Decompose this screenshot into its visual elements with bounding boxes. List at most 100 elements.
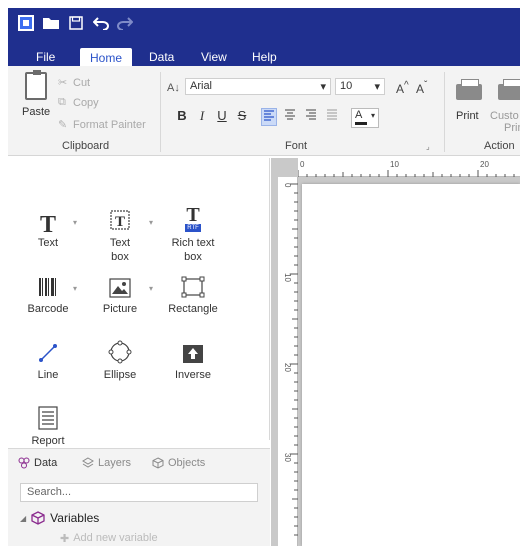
redo-icon[interactable] [116, 15, 134, 31]
align-right-button[interactable] [303, 108, 319, 126]
ruler-ticks-graphic [298, 170, 515, 177]
svg-text:T: T [115, 214, 125, 230]
add-variable-item[interactable]: ✚ Add new variable [60, 532, 158, 545]
picture-icon [109, 278, 131, 298]
tool-rich-text-label: Rich text [171, 237, 215, 249]
tool-ellipse-label: Ellipse [103, 369, 137, 381]
line-icon [39, 344, 57, 362]
font-family-select[interactable]: Arial ▾ [185, 78, 331, 95]
chevron-down-icon: ▾ [148, 284, 153, 293]
text-icon: T [39, 212, 56, 238]
tool-rich-text-box[interactable]: T RTF Rich text box [158, 204, 228, 264]
tool-picture[interactable]: Picture ▾ [85, 272, 155, 316]
font-size-select[interactable]: 10 ▾ [335, 78, 385, 95]
tool-text[interactable]: T Text ▾ [13, 206, 83, 250]
rich-text-icon: T [186, 204, 200, 226]
tab-layers[interactable]: Layers [82, 457, 131, 469]
font-color-letter: A [355, 109, 363, 121]
cut-label: Cut [73, 76, 91, 89]
inverse-icon [183, 345, 203, 363]
tab-file[interactable]: File [36, 50, 55, 64]
print-button[interactable] [454, 79, 484, 104]
search-input[interactable]: Search... [20, 483, 258, 502]
font-group-label: Font [285, 140, 308, 152]
save-icon[interactable] [68, 15, 84, 31]
tool-text-box-label: Text [109, 237, 131, 249]
tree-item-variables[interactable]: ◢ Variables [20, 511, 258, 525]
tool-inverse[interactable]: Inverse [158, 338, 228, 382]
align-left-button[interactable] [261, 108, 277, 126]
tool-report-label: Report [31, 435, 65, 447]
underline-button[interactable]: U [214, 108, 230, 126]
tool-report[interactable]: Report [13, 404, 83, 448]
chevron-down-icon: ▾ [370, 111, 375, 120]
align-justify-button[interactable] [324, 108, 340, 126]
rectangle-icon [181, 276, 205, 298]
clipboard-group-label: Clipboard [62, 140, 110, 152]
brush-icon: ✎ [58, 119, 68, 131]
paste-button[interactable]: Paste [22, 70, 51, 122]
copy-button[interactable]: ⧉ Copy [58, 96, 99, 109]
tab-data-label: Data [34, 457, 58, 469]
tool-line[interactable]: Line [13, 338, 83, 382]
tab-layers-label: Layers [98, 457, 132, 469]
copy-label: Copy [73, 96, 99, 109]
chevron-down-icon: ▾ [72, 284, 77, 293]
title-bar [8, 8, 520, 46]
action-group-label: Action [484, 140, 515, 152]
toolbox-panel: T Text ▾ T Text box ▾ T RTF Rich text bo… [8, 158, 270, 447]
custom-print-button[interactable] [496, 79, 520, 104]
tab-view[interactable]: View [201, 50, 227, 64]
font-color-button[interactable]: A ▾ [351, 108, 379, 128]
align-justify-icon [327, 109, 337, 120]
tab-data-panel[interactable]: Data [18, 457, 57, 469]
tab-objects[interactable]: Objects [152, 457, 205, 469]
bold-button[interactable]: B [174, 108, 190, 126]
tool-text-label: Text [37, 237, 59, 249]
align-left-icon [264, 110, 274, 121]
scissors-icon: ✂ [58, 77, 68, 89]
tree-item-label: Variables [50, 511, 100, 525]
font-color-swatch [355, 122, 367, 125]
tool-text-box-label-2: box [111, 251, 129, 263]
align-center-button[interactable] [282, 108, 298, 126]
italic-button[interactable]: I [194, 108, 210, 126]
menu-bar: File Home Data View Help [8, 46, 520, 69]
label-page[interactable] [302, 184, 520, 546]
tool-rectangle[interactable]: Rectangle [158, 272, 228, 316]
dialog-launcher-icon[interactable]: ⌟ [426, 142, 430, 151]
tool-ellipse[interactable]: Ellipse [85, 338, 155, 382]
strikethrough-button[interactable]: S [234, 108, 250, 126]
tool-barcode[interactable]: Barcode ▾ [13, 272, 83, 316]
shrink-font-icon[interactable]: Aˇ [416, 80, 427, 96]
app-logo-icon [18, 15, 34, 31]
folder-icon[interactable] [42, 15, 60, 31]
align-center-icon [285, 109, 295, 120]
align-right-icon [306, 109, 316, 120]
plus-icon: ✚ [60, 533, 70, 545]
report-icon [38, 406, 58, 430]
font-size-value: 10 [340, 80, 353, 92]
add-variable-label: Add new variable [73, 532, 158, 544]
cut-button[interactable]: ✂ Cut [58, 76, 91, 90]
format-painter-label: Format Painter [73, 118, 146, 131]
printer-icon [456, 79, 482, 100]
expand-triangle-icon: ◢ [20, 513, 27, 523]
ribbon: Paste ✂ Cut ⧉ Copy ✎ Format Painter Clip… [8, 66, 520, 156]
tool-rectangle-label: Rectangle [168, 303, 218, 315]
custom-print-label-2: Prin [504, 122, 520, 134]
tool-text-box[interactable]: T Text box ▾ [85, 206, 155, 264]
format-painter-button[interactable]: ✎ Format Painter [58, 118, 146, 132]
tab-objects-label: Objects [168, 457, 206, 469]
tool-barcode-label: Barcode [27, 303, 69, 315]
tab-data[interactable]: Data [149, 50, 174, 64]
group-divider [160, 72, 161, 152]
tab-help[interactable]: Help [252, 50, 277, 64]
paste-label: Paste [22, 106, 51, 118]
grow-font-icon[interactable]: A^ [396, 80, 409, 96]
chevron-down-icon: ▾ [148, 218, 153, 227]
tool-inverse-label: Inverse [174, 369, 212, 381]
tool-line-label: Line [37, 369, 59, 381]
data-panel: Data Layers Objects Search... ◢ Variable… [8, 448, 270, 546]
undo-icon[interactable] [92, 15, 110, 31]
